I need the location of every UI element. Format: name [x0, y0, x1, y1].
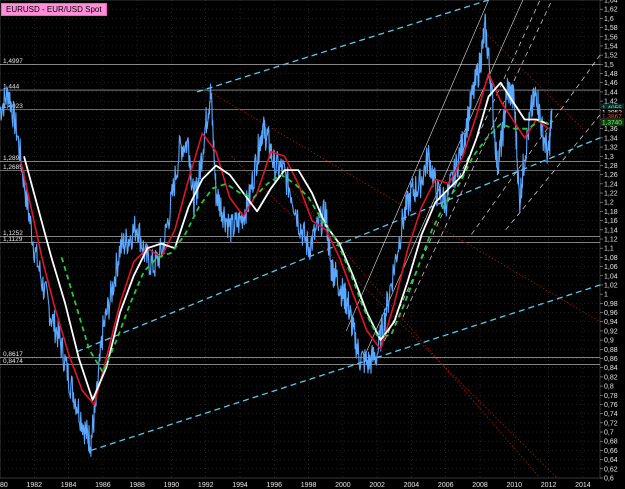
y-tick-label: 1,3	[604, 154, 614, 161]
y-tick-label: 1,02	[604, 282, 618, 289]
y-tick-label: 0,94	[604, 319, 618, 326]
y-tick-label: 1,52	[604, 53, 618, 60]
y-tick-label: 0,76	[604, 402, 618, 409]
x-tick-label: 1996	[266, 482, 282, 489]
y-tick-label: 0,82	[604, 374, 618, 381]
y-tick-label: 0,78	[604, 393, 618, 400]
x-tick-label: 2000	[335, 482, 351, 489]
y-tick-label: 0,96	[604, 310, 618, 317]
x-tick-label: 1984	[61, 482, 77, 489]
y-tick-label: 1,46	[604, 80, 618, 87]
key-level-label: 0,8474	[3, 358, 23, 365]
y-tick-label: 1,34	[604, 135, 618, 142]
y-tick-label: 1,5	[604, 62, 614, 69]
key-level-label: 1,444	[3, 84, 20, 91]
y-tick-label: 0,7	[604, 430, 614, 437]
key-level-label: 1,2685	[3, 164, 23, 171]
x-tick-label: 1990	[164, 482, 180, 489]
x-tick-label: 1994	[232, 482, 248, 489]
y-tick-label: 1,58	[604, 25, 618, 32]
y-tick-label: 0,6	[604, 476, 614, 483]
x-tick-label: 1992	[198, 482, 214, 489]
y-tick-label: 1,18	[604, 209, 618, 216]
x-tick-label: 1988	[129, 482, 145, 489]
chart-canvas[interactable]: 0,6 0,62 0,64 0,66 0,68 0,7 0,72 0,74 0,76 0,78 0,…	[0, 0, 625, 489]
y-tick-label: 0,68	[604, 439, 618, 446]
y-tick-label: 0,64	[604, 457, 618, 464]
y-tick-label: 0,9	[604, 338, 614, 345]
x-tick-label: 2012	[541, 482, 557, 489]
y-tick-label: 1,64	[604, 0, 618, 5]
y-tick-label: 1,24	[604, 181, 618, 188]
x-tick-label: 1986	[95, 482, 111, 489]
y-tick-label: 0,86	[604, 356, 618, 363]
y-tick-label: 1,48	[604, 71, 618, 78]
y-tick-label: 0,74	[604, 411, 618, 418]
y-tick-label: 1,16	[604, 218, 618, 225]
x-tick-label: 2014	[575, 482, 591, 489]
y-tick-label: 1,32	[604, 145, 618, 152]
y-tick-label: 1,1	[604, 246, 614, 253]
y-tick-label: 1,26	[604, 172, 618, 179]
y-tick-label: 0,98	[604, 301, 618, 308]
key-level-label: 1,289	[3, 155, 20, 162]
x-tick-label: 2004	[404, 482, 420, 489]
y-tick-label: 1,2	[604, 200, 614, 207]
key-level-label: 1,1129	[3, 236, 23, 243]
y-tick-label: 0,84	[604, 365, 618, 372]
x-tick-label: 2006	[438, 482, 454, 489]
y-tick-label: 0,8	[604, 384, 614, 391]
y-tick-label: 1,44	[604, 89, 618, 96]
x-tick-label: 1998	[301, 482, 317, 489]
y-tick-label: 1,56	[604, 34, 618, 41]
y-tick-label: 1,54	[604, 43, 618, 50]
y-tick-label: 1,04	[604, 273, 618, 280]
y-tick-label: 1,36	[604, 126, 618, 133]
y-tick-label: 1,62	[604, 7, 618, 14]
y-tick-label: 0,92	[604, 328, 618, 335]
y-tick-label: 1,12	[604, 237, 618, 244]
y-tick-label: 1,14	[604, 227, 618, 234]
y-tick-label: 0,72	[604, 420, 618, 427]
key-level-label: 1,4997	[3, 58, 23, 65]
y-tick-label: 0,66	[604, 448, 618, 455]
y-tick-label: 1,6	[604, 16, 614, 23]
x-tick-label: 2008	[472, 482, 488, 489]
x-tick-label: 1980	[0, 482, 8, 489]
x-tick-label: 2010	[506, 482, 522, 489]
y-tick-label: 1,08	[604, 255, 618, 262]
x-tick-label: 1982	[26, 482, 42, 489]
y-tick-label: 1,28	[604, 163, 618, 170]
price-box-label: 1,3740	[602, 119, 622, 126]
y-tick-label: 0,88	[604, 347, 618, 354]
y-tick-label: 1,22	[604, 191, 618, 198]
y-tick-label: 1	[604, 292, 608, 299]
y-tick-label: 0,62	[604, 466, 618, 473]
symbol-label: EURUSD - EUR/USD Spot	[1, 3, 107, 16]
y-tick-label: 1,06	[604, 264, 618, 271]
x-tick-label: 2002	[369, 482, 385, 489]
